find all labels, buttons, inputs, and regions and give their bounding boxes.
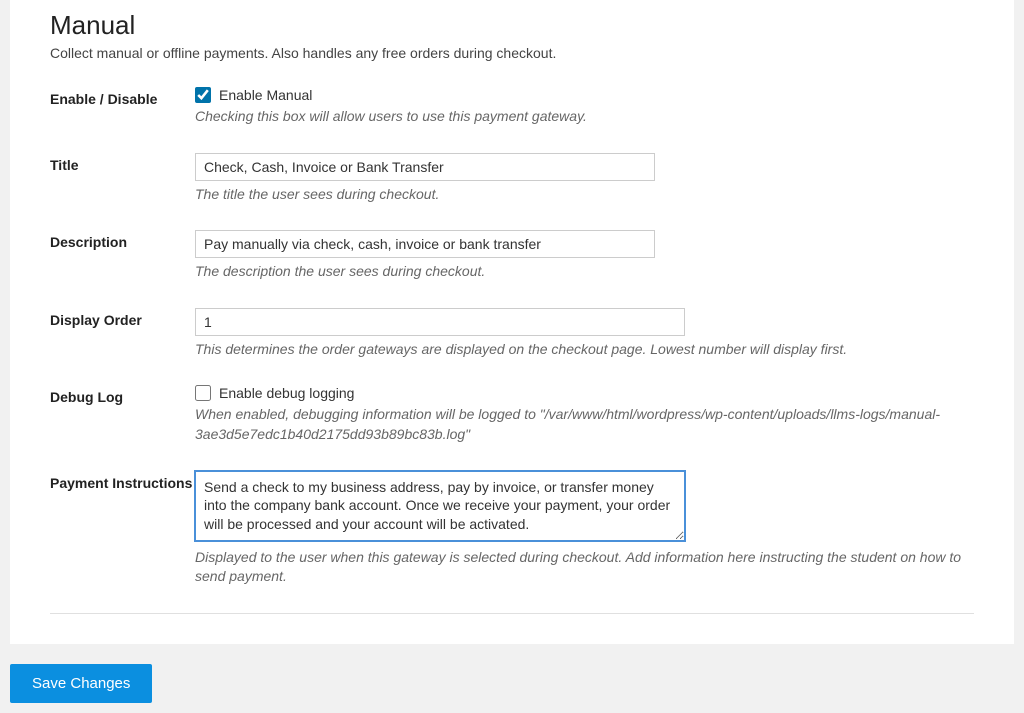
description-input[interactable] [195,230,655,258]
debug-log-checkbox[interactable] [195,385,211,401]
row-description: Description The description the user see… [50,230,974,282]
label-debug-log: Debug Log [50,385,195,405]
label-description: Description [50,230,195,250]
enable-checkbox[interactable] [195,87,211,103]
section-divider [50,613,974,614]
description-help-text: The description the user sees during che… [195,262,974,282]
row-display-order: Display Order This determines the order … [50,308,974,360]
payment-instructions-help-text: Displayed to the user when this gateway … [195,548,974,587]
label-title: Title [50,153,195,173]
debug-log-checkbox-label: Enable debug logging [219,385,354,401]
save-changes-button[interactable]: Save Changes [10,664,152,703]
display-order-input[interactable] [195,308,685,336]
row-title: Title The title the user sees during che… [50,153,974,205]
page-subtitle: Collect manual or offline payments. Also… [50,45,974,61]
row-enable: Enable / Disable Enable Manual Checking … [50,87,974,127]
enable-checkbox-label: Enable Manual [219,87,312,103]
label-enable: Enable / Disable [50,87,195,107]
row-payment-instructions: Payment Instructions Send a check to my … [50,471,974,587]
title-help-text: The title the user sees during checkout. [195,185,974,205]
page-title: Manual [50,10,974,41]
row-debug-log: Debug Log Enable debug logging When enab… [50,385,974,444]
payment-instructions-textarea[interactable]: Send a check to my business address, pay… [195,471,685,541]
label-display-order: Display Order [50,308,195,328]
label-payment-instructions: Payment Instructions [50,471,195,491]
display-order-help-text: This determines the order gateways are d… [195,340,974,360]
title-input[interactable] [195,153,655,181]
enable-help-text: Checking this box will allow users to us… [195,107,974,127]
debug-log-help-text: When enabled, debugging information will… [195,405,974,444]
